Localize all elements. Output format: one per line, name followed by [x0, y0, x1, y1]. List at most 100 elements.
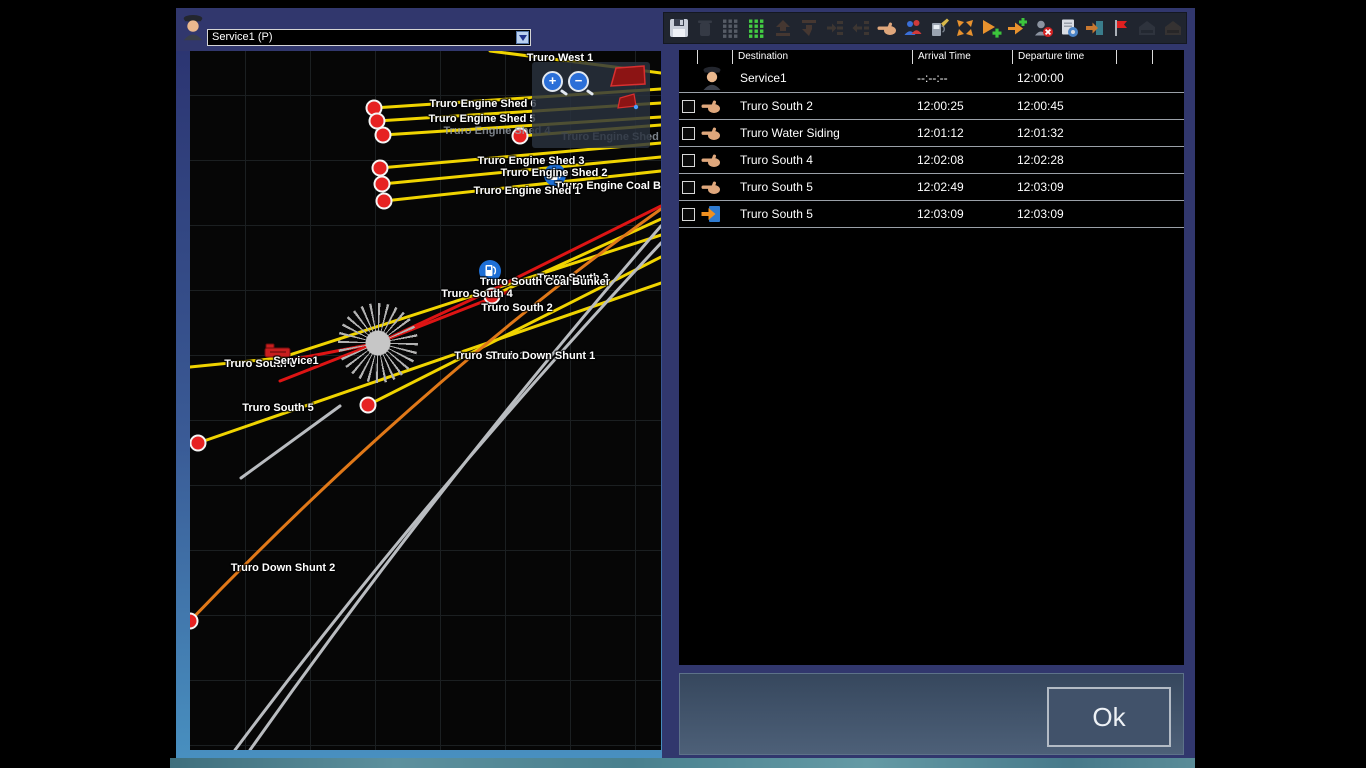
header-departure-time: Departure time	[1012, 50, 1116, 64]
depot-b-icon	[1162, 17, 1184, 39]
add-service-icon[interactable]	[980, 17, 1002, 39]
add-waypoint-icon[interactable]	[1006, 17, 1028, 39]
buffer-stop-marker[interactable]	[376, 128, 391, 143]
top-bar: Service1 (P)	[176, 8, 1195, 46]
map-label: Truro South Coal Bunker	[480, 276, 610, 288]
map-label: Truro Engine Shed 2	[501, 167, 608, 179]
remove-driver-icon[interactable]	[1032, 17, 1054, 39]
service-arrival: --:--:--	[912, 71, 1012, 85]
toolbar	[663, 12, 1187, 44]
service-row[interactable]: Service1 --:--:-- 12:00:00	[679, 64, 1184, 92]
header-cell	[1152, 50, 1184, 64]
map-label: Truro Engine Shed 5	[429, 113, 536, 125]
stop-instruction-icon	[700, 176, 722, 198]
portal-icon	[700, 203, 722, 225]
track-line	[190, 235, 661, 367]
header-cell	[1116, 50, 1152, 64]
row-destination: Truro South 4	[732, 153, 912, 167]
timetable-editor-window: Service1 (P) Truro West 1Truro Engine Sh…	[176, 8, 1195, 758]
timetable-panel: Destination Arrival Time Departure time …	[679, 50, 1184, 665]
collapse-up-icon	[772, 17, 794, 39]
track-line	[235, 243, 661, 750]
row-checkbox[interactable]	[682, 127, 695, 140]
buffer-stop-marker[interactable]	[375, 177, 390, 192]
track-map[interactable]: Truro West 1Truro Engine Shed 6Truro Eng…	[190, 51, 661, 750]
table-row[interactable]: Truro South 5 12:02:49 12:03:09	[679, 173, 1184, 200]
map-label: Truro Engine Shed 6	[430, 98, 537, 110]
junction-starburst-icon	[338, 303, 418, 383]
screen: Service1 (P) Truro West 1Truro Engine Sh…	[0, 0, 1366, 768]
table-row[interactable]: Truro South 2 12:00:25 12:00:45	[679, 92, 1184, 119]
depot-a-icon	[1136, 17, 1158, 39]
outdent-icon	[850, 17, 872, 39]
header-destination: Destination	[732, 50, 912, 64]
header-arrival-time: Arrival Time	[912, 50, 1012, 64]
map-label: Service1	[273, 355, 318, 367]
select-hand-icon[interactable]	[876, 17, 898, 39]
save-icon[interactable]	[668, 17, 690, 39]
map-label: Truro South 4	[441, 288, 513, 300]
row-destination: Truro South 2	[732, 99, 912, 113]
row-destination: Truro South 5	[732, 180, 912, 194]
header-cell	[697, 50, 732, 64]
chevron-down-icon[interactable]	[516, 31, 529, 44]
row-arrival: 12:00:25	[912, 99, 1012, 113]
drivers-icon[interactable]	[902, 17, 924, 39]
buffer-stop-marker[interactable]	[361, 398, 376, 413]
row-checkbox[interactable]	[682, 154, 695, 167]
row-checkbox[interactable]	[682, 181, 695, 194]
map-overlay-panel: + −	[532, 62, 650, 148]
service-name: Service1	[732, 71, 912, 85]
table-header: Destination Arrival Time Departure time	[679, 50, 1184, 64]
track-lines	[190, 51, 661, 750]
refuel-icon[interactable]	[928, 17, 950, 39]
row-departure: 12:03:09	[1012, 207, 1116, 221]
grid-all-icon	[720, 17, 742, 39]
map-frame: Truro West 1Truro Engine Shed 6Truro Eng…	[176, 51, 662, 761]
minimap-region-icon	[532, 62, 650, 148]
row-departure: 12:01:32	[1012, 126, 1116, 140]
expand-view-icon[interactable]	[954, 17, 976, 39]
row-destination: Truro South 5	[732, 207, 912, 221]
grid-active-icon[interactable]	[746, 17, 768, 39]
row-checkbox[interactable]	[682, 100, 695, 113]
service-departure: 12:00:00	[1012, 71, 1116, 85]
map-label: Truro Engine Shed 1	[474, 185, 581, 197]
table-row[interactable]: Truro South 5 12:03:09 12:03:09	[679, 200, 1184, 228]
header-cell	[679, 50, 697, 64]
buffer-stop-marker[interactable]	[370, 114, 385, 129]
buffer-stop-marker[interactable]	[191, 436, 206, 451]
map-label: Truro South 5	[242, 402, 314, 414]
map-label: Truro South 2	[481, 302, 553, 314]
row-arrival: 12:02:49	[912, 180, 1012, 194]
buffer-stop-marker[interactable]	[377, 194, 392, 209]
buffer-stop-marker[interactable]	[190, 614, 198, 629]
go-to-icon[interactable]	[1084, 17, 1106, 39]
row-arrival: 12:03:09	[912, 207, 1012, 221]
map-label: Truro Down Shunt 2	[231, 562, 336, 574]
row-checkbox[interactable]	[682, 208, 695, 221]
service-selector[interactable]: Service1 (P)	[207, 29, 531, 46]
indent-icon	[824, 17, 846, 39]
table-row[interactable]: Truro Water Siding 12:01:12 12:01:32	[679, 119, 1184, 146]
row-arrival: 12:02:08	[912, 153, 1012, 167]
row-departure: 12:02:28	[1012, 153, 1116, 167]
ok-button[interactable]: Ok	[1047, 687, 1171, 747]
table-row[interactable]: Truro South 4 12:02:08 12:02:28	[679, 146, 1184, 173]
map-label: Truro Engine Shed 3	[478, 155, 585, 167]
stop-instruction-icon	[700, 122, 722, 144]
driver-avatar-icon	[701, 65, 723, 91]
service-settings-icon[interactable]	[1058, 17, 1080, 39]
buffer-stop-marker[interactable]	[373, 161, 388, 176]
stop-instruction-icon	[700, 149, 722, 171]
flag-icon[interactable]	[1110, 17, 1132, 39]
driver-avatar-icon	[181, 13, 205, 41]
terrain-strip	[170, 758, 1195, 768]
track-line	[241, 406, 340, 478]
footer-panel: Ok	[679, 673, 1184, 755]
row-departure: 12:00:45	[1012, 99, 1116, 113]
service-selector-value: Service1 (P)	[208, 30, 516, 45]
expand-down-icon	[798, 17, 820, 39]
map-label: Truro Down Shunt 1	[491, 350, 596, 362]
stop-instruction-icon	[700, 95, 722, 117]
